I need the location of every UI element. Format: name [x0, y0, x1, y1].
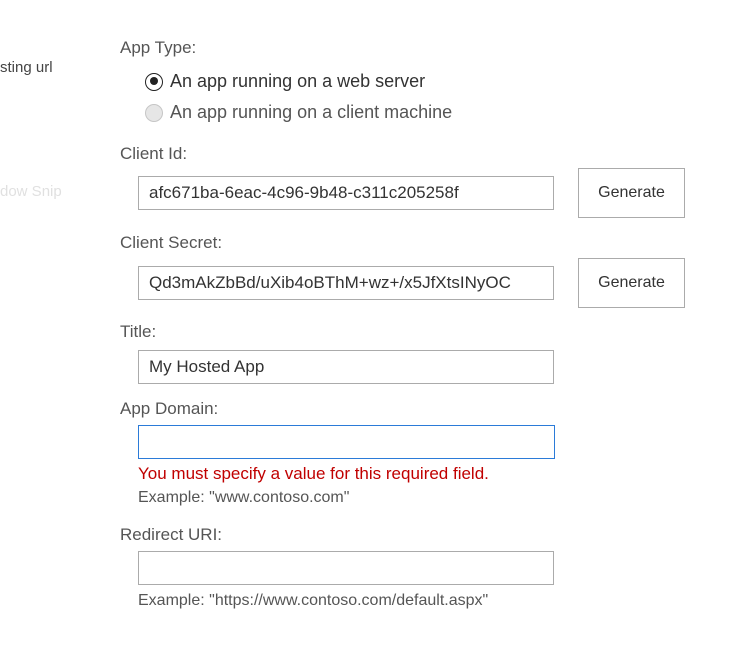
app-type-label: App Type: [120, 38, 197, 57]
radio-web-server-label: An app running on a web server [170, 71, 426, 91]
title-label: Title: [120, 322, 157, 341]
app-domain-error-message: You must specify a value for this requir… [138, 464, 489, 483]
hosting-url-fragment: sting url [0, 59, 53, 76]
radio-client-machine-label: An app running on a client machine [170, 102, 453, 122]
client-secret-label: Client Secret: [120, 233, 223, 252]
client-id-input[interactable] [138, 176, 554, 210]
redirect-uri-label: Redirect URI: [120, 525, 223, 544]
client-secret-input[interactable] [138, 266, 554, 300]
client-id-label: Client Id: [120, 144, 188, 163]
redirect-uri-example: Example: "https://www.contoso.com/defaul… [138, 592, 489, 609]
generate-client-id-button[interactable]: Generate [578, 168, 685, 218]
radio-unchecked-icon [145, 103, 163, 122]
app-domain-example: Example: "www.contoso.com" [138, 489, 350, 506]
title-input[interactable] [138, 350, 554, 384]
radio-checked-icon[interactable] [145, 72, 163, 91]
app-domain-label: App Domain: [120, 399, 219, 418]
radio-client-machine: An app running on a client machine [145, 102, 452, 123]
radio-web-server[interactable]: An app running on a web server [145, 71, 425, 92]
redirect-uri-input[interactable] [138, 551, 554, 585]
faded-sidebar-fragment: dow Snip [0, 183, 62, 200]
generate-client-secret-button[interactable]: Generate [578, 258, 685, 308]
app-domain-input[interactable] [138, 425, 555, 459]
